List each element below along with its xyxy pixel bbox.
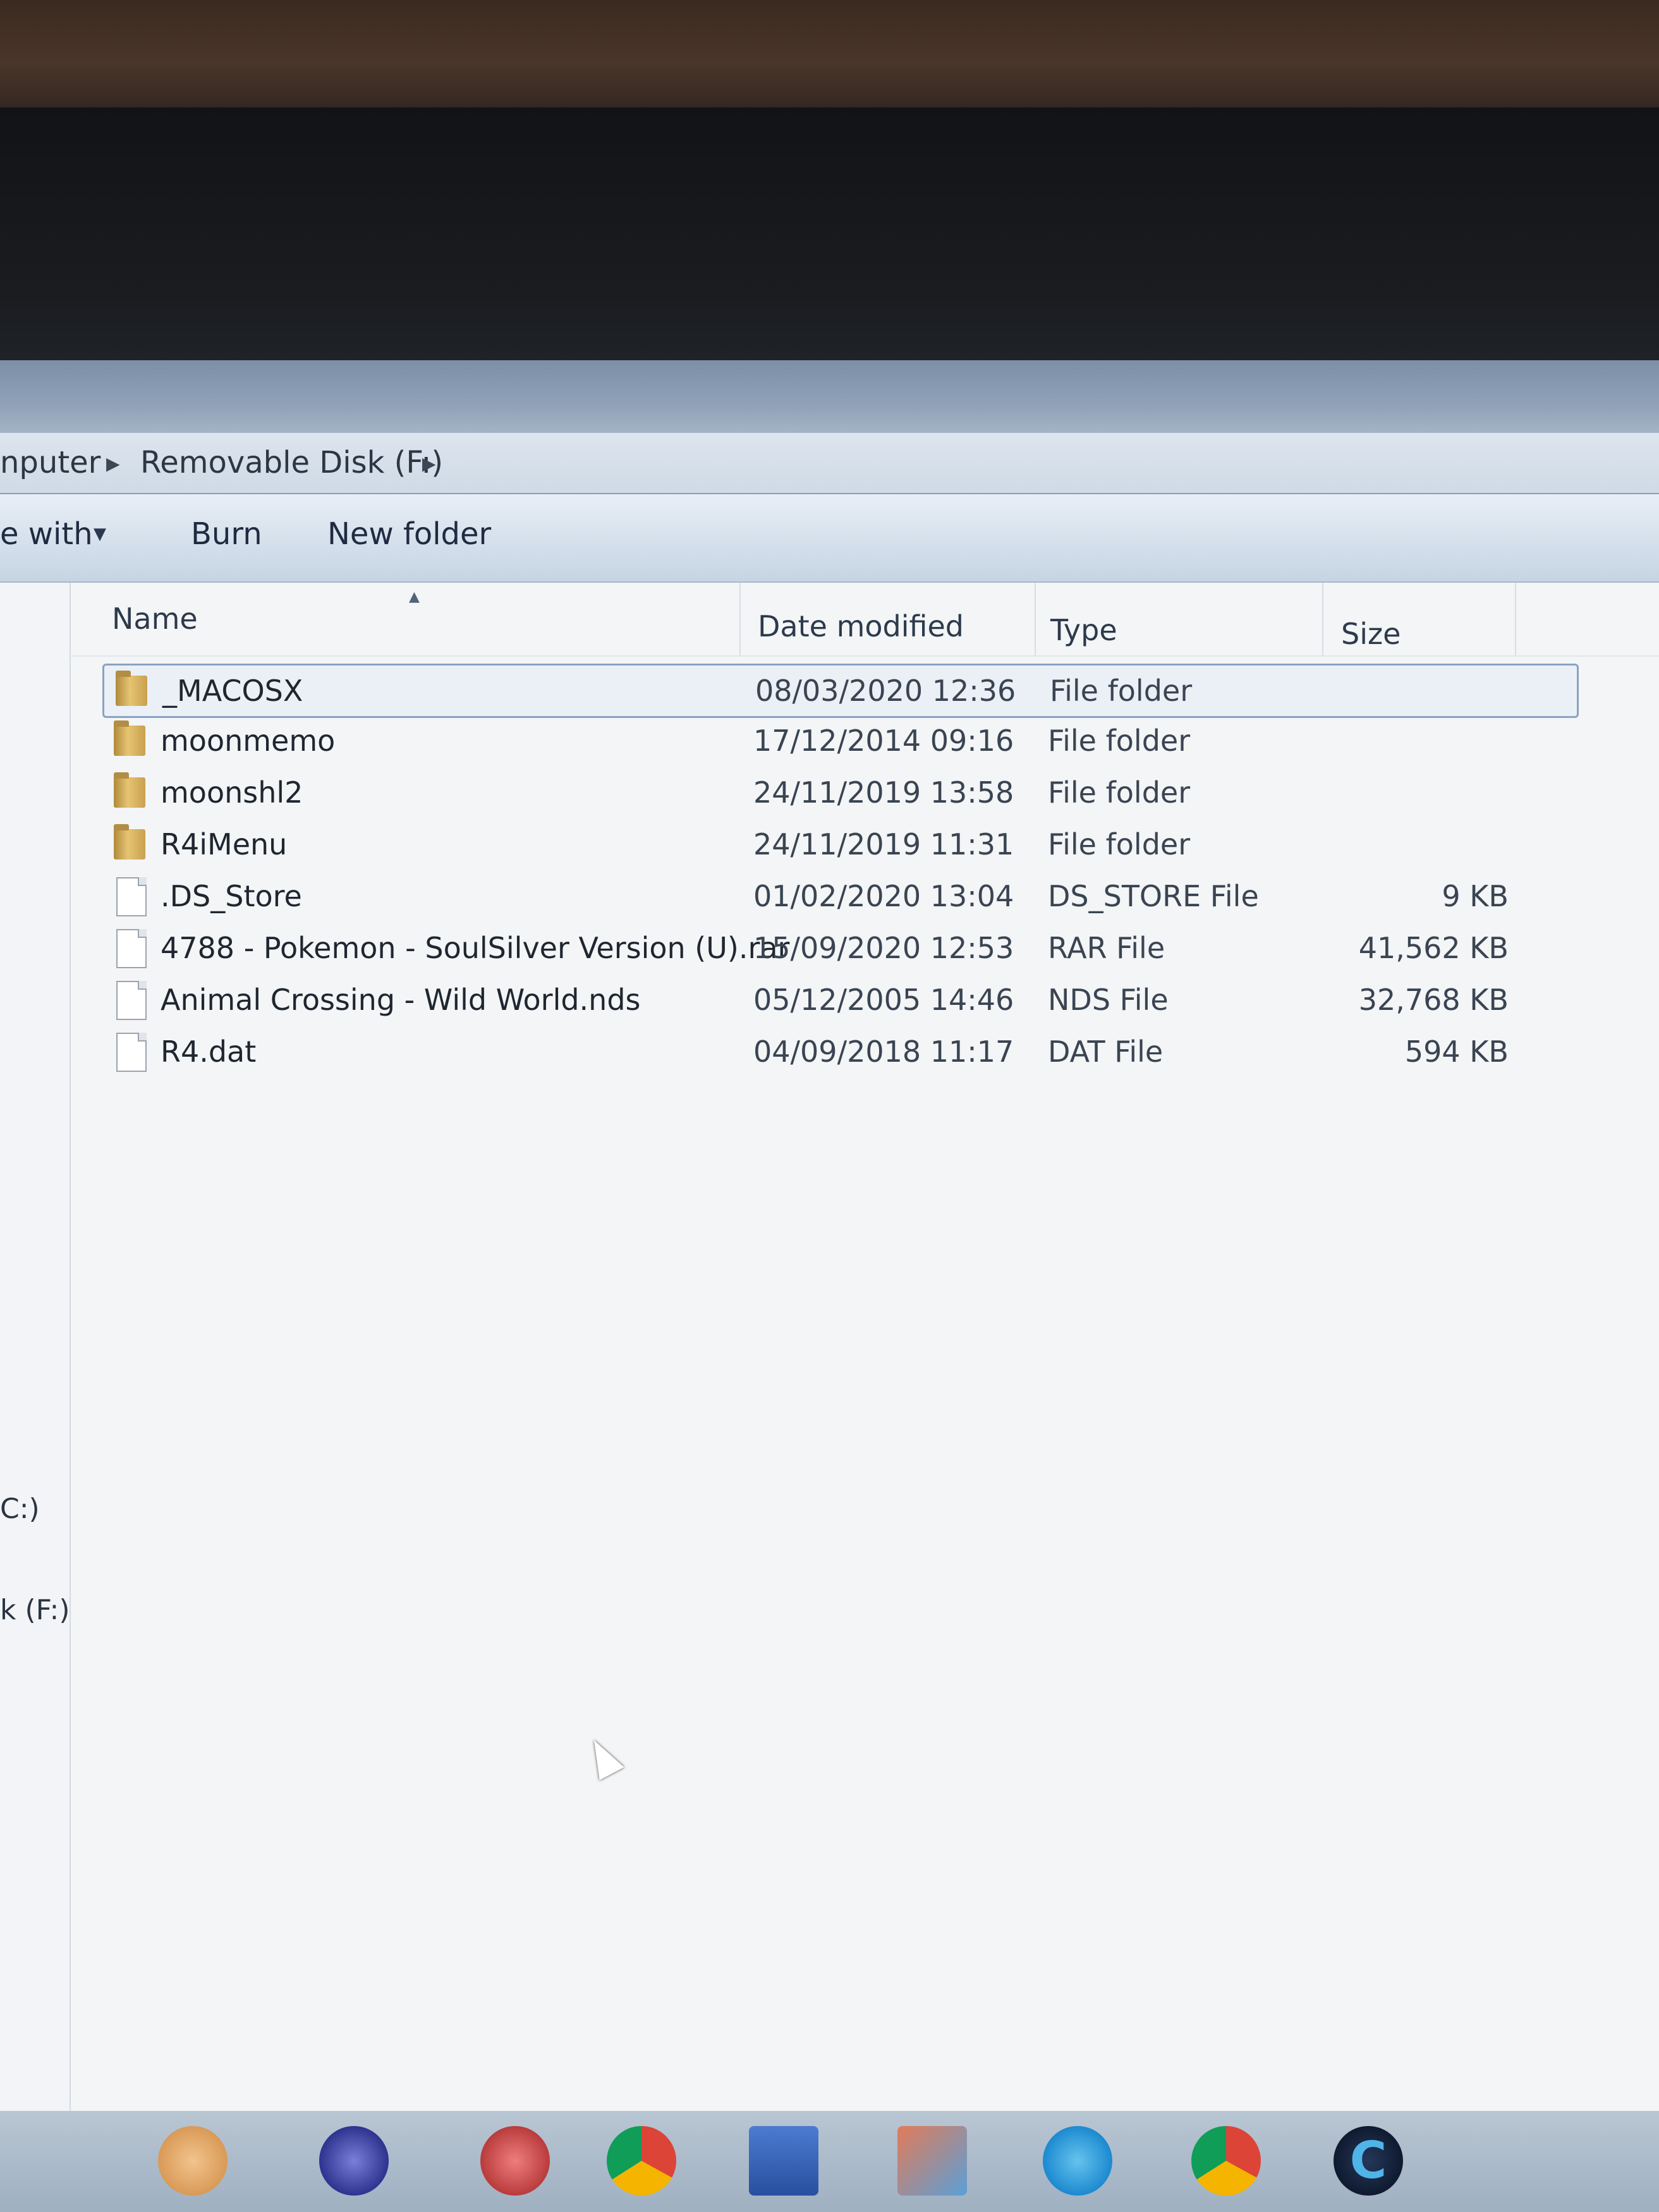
monitor-bezel bbox=[0, 107, 1659, 373]
file-name: 4788 - Pokemon - SoulSilver Version (U).… bbox=[161, 931, 790, 965]
file-list: Name ▲ Date modified Type Size _MACOSX 0… bbox=[71, 583, 1659, 2112]
sort-ascending-icon: ▲ bbox=[409, 589, 420, 605]
file-icon bbox=[116, 929, 147, 968]
file-size bbox=[1321, 665, 1510, 716]
file-type: DAT File bbox=[1048, 1035, 1164, 1069]
file-type: File folder bbox=[1048, 775, 1191, 810]
column-separator[interactable] bbox=[1322, 583, 1323, 655]
nav-item-removable-disk[interactable]: k (F:) bbox=[0, 1594, 70, 1626]
burn-button[interactable]: Burn bbox=[191, 512, 262, 556]
file-size: 9 KB bbox=[1442, 879, 1509, 913]
taskbar: C bbox=[0, 2111, 1659, 2212]
file-date: 01/02/2020 13:04 bbox=[753, 879, 1014, 913]
file-date: 15/09/2020 12:53 bbox=[753, 931, 1014, 965]
chrome-icon[interactable] bbox=[1191, 2126, 1261, 2196]
column-separator[interactable] bbox=[1515, 583, 1516, 655]
file-date: 05/12/2005 14:46 bbox=[753, 983, 1014, 1017]
column-header-name[interactable]: Name bbox=[112, 583, 198, 655]
file-name: R4.dat bbox=[161, 1035, 257, 1069]
nav-item-local-disk[interactable]: C:) bbox=[0, 1493, 40, 1525]
mouse-cursor-icon bbox=[581, 1734, 624, 1780]
media-player-icon[interactable] bbox=[158, 2126, 228, 2196]
navigation-pane: C:) k (F:) bbox=[0, 583, 71, 2112]
folder-icon bbox=[114, 772, 145, 808]
file-size bbox=[1319, 767, 1509, 818]
folder-icon bbox=[116, 671, 147, 706]
address-bar[interactable]: nputer ▶ Removable Disk (F:) ▶ bbox=[0, 433, 1659, 494]
table-row[interactable]: moonshl2 24/11/2019 13:58 File folder bbox=[102, 767, 1575, 818]
table-row[interactable]: 4788 - Pokemon - SoulSilver Version (U).… bbox=[102, 923, 1575, 973]
table-row[interactable]: Animal Crossing - Wild World.nds 05/12/2… bbox=[102, 975, 1575, 1025]
table-row[interactable]: moonmemo 17/12/2014 09:16 File folder bbox=[102, 715, 1575, 766]
pushpin-icon[interactable] bbox=[480, 2126, 550, 2196]
file-type: DS_STORE File bbox=[1048, 879, 1259, 913]
file-size bbox=[1319, 715, 1509, 766]
share-with-button[interactable]: e with bbox=[0, 512, 93, 556]
word-icon[interactable] bbox=[749, 2126, 818, 2196]
file-type: File folder bbox=[1048, 724, 1191, 758]
file-size: 41,562 KB bbox=[1358, 931, 1509, 965]
folder-icon bbox=[114, 824, 145, 860]
file-icon bbox=[116, 981, 147, 1020]
edge-icon[interactable] bbox=[1043, 2126, 1112, 2196]
chrome-icon[interactable] bbox=[607, 2126, 676, 2196]
file-size: 32,768 KB bbox=[1358, 983, 1509, 1017]
file-name: moonmemo bbox=[161, 724, 336, 758]
file-date: 08/03/2020 12:36 bbox=[755, 674, 1016, 708]
file-date: 17/12/2014 09:16 bbox=[753, 724, 1014, 758]
file-type: File folder bbox=[1048, 827, 1191, 861]
window-title-strip bbox=[0, 360, 1659, 433]
column-separator[interactable] bbox=[1035, 583, 1036, 655]
header-divider bbox=[71, 655, 1659, 657]
command-bar: e with ▼ Burn New folder bbox=[0, 494, 1659, 583]
file-name: _MACOSX bbox=[162, 674, 303, 708]
file-type: File folder bbox=[1050, 674, 1193, 708]
file-type: RAR File bbox=[1048, 931, 1165, 965]
user-account-icon[interactable] bbox=[319, 2126, 389, 2196]
file-size: 594 KB bbox=[1404, 1035, 1509, 1069]
column-separator[interactable] bbox=[739, 583, 741, 655]
file-name: .DS_Store bbox=[161, 879, 302, 913]
ccleaner-icon[interactable]: C bbox=[1334, 2126, 1403, 2196]
table-row[interactable]: .DS_Store 01/02/2020 13:04 DS_STORE File… bbox=[102, 871, 1575, 921]
file-name: moonshl2 bbox=[161, 775, 303, 810]
breadcrumb-computer[interactable]: nputer bbox=[0, 441, 100, 485]
file-icon bbox=[116, 1033, 147, 1072]
file-icon bbox=[116, 877, 147, 916]
pictures-icon[interactable] bbox=[897, 2126, 967, 2196]
file-type: NDS File bbox=[1048, 983, 1169, 1017]
file-date: 24/11/2019 13:58 bbox=[753, 775, 1014, 810]
column-header-date-modified[interactable]: Date modified bbox=[758, 590, 964, 663]
column-header-size[interactable]: Size bbox=[1341, 598, 1401, 671]
table-row[interactable]: _MACOSX 08/03/2020 12:36 File folder bbox=[102, 664, 1579, 718]
folder-icon bbox=[114, 720, 145, 756]
file-name: R4iMenu bbox=[161, 827, 288, 861]
file-date: 04/09/2018 11:17 bbox=[753, 1035, 1014, 1069]
chevron-down-icon[interactable]: ▼ bbox=[94, 512, 106, 556]
table-row[interactable]: R4.dat 04/09/2018 11:17 DAT File 594 KB bbox=[102, 1026, 1575, 1077]
new-folder-button[interactable]: New folder bbox=[327, 512, 491, 556]
file-size bbox=[1319, 819, 1509, 870]
breadcrumb-arrow-icon[interactable]: ▶ bbox=[422, 442, 436, 486]
breadcrumb-removable-disk[interactable]: Removable Disk (F:) bbox=[140, 441, 443, 485]
file-date: 24/11/2019 11:31 bbox=[753, 827, 1014, 861]
explorer-window: nputer ▶ Removable Disk (F:) ▶ e with ▼ … bbox=[0, 360, 1659, 2142]
breadcrumb-arrow-icon[interactable]: ▶ bbox=[106, 442, 120, 486]
file-name: Animal Crossing - Wild World.nds bbox=[161, 983, 641, 1017]
table-row[interactable]: R4iMenu 24/11/2019 11:31 File folder bbox=[102, 819, 1575, 870]
